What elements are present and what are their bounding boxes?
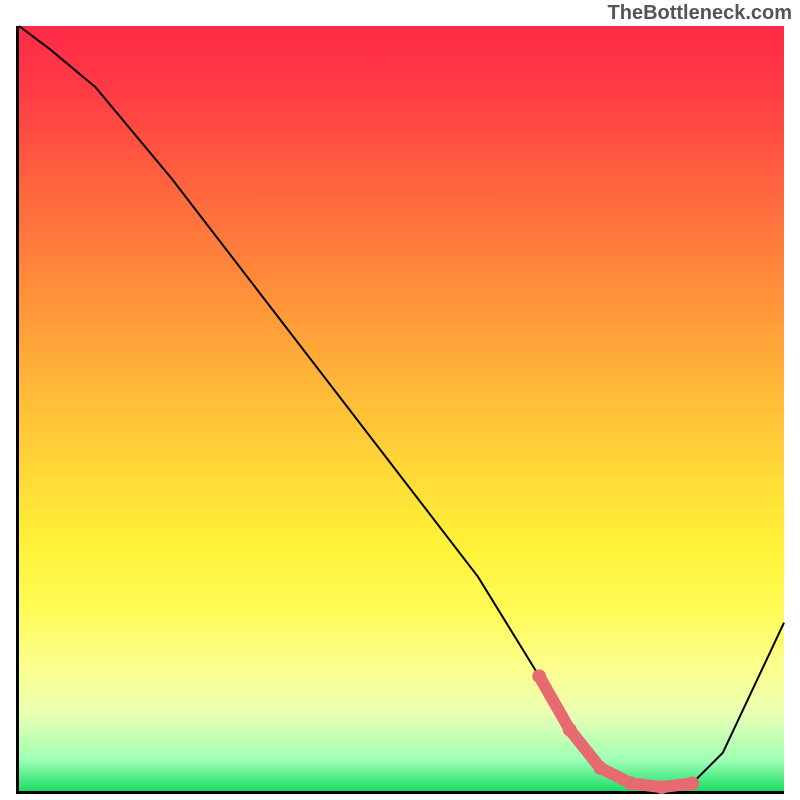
bottleneck-curve-line: [19, 26, 784, 787]
highlight-dot: [685, 776, 699, 790]
watermark-text: TheBottleneck.com: [608, 2, 792, 25]
highlight-dot: [532, 669, 546, 683]
optimal-highlight-segment: [539, 676, 692, 787]
highlight-dot: [624, 776, 638, 790]
highlight-dot: [655, 780, 669, 794]
highlight-dot: [563, 723, 577, 737]
curve-svg: [19, 26, 784, 791]
highlight-dot: [594, 761, 608, 775]
plot-area: [16, 26, 784, 794]
chart-container: TheBottleneck.com: [0, 0, 800, 800]
